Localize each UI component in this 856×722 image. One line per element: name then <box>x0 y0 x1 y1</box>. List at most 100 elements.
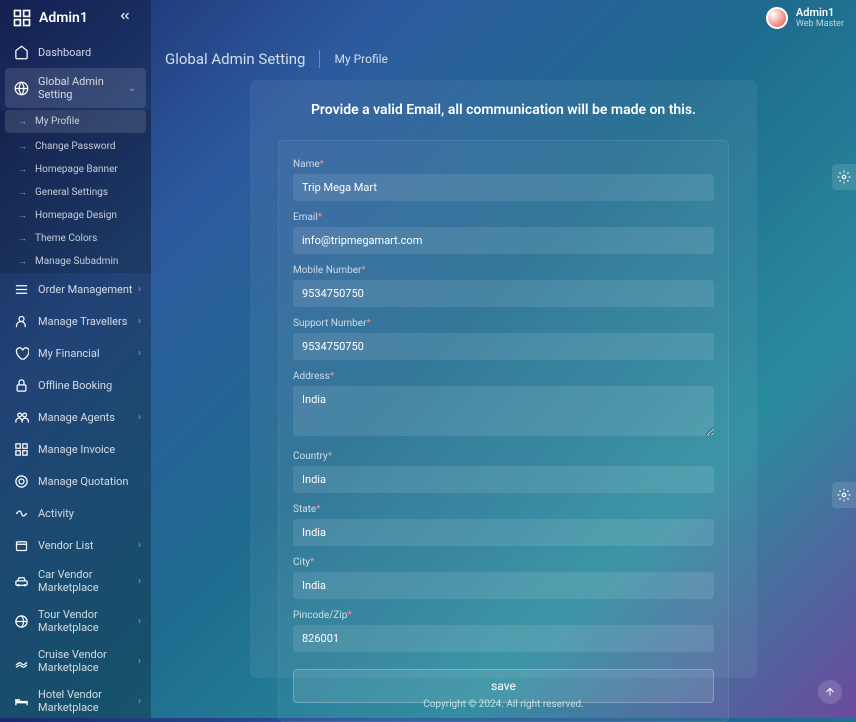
user-block[interactable]: Admin1 Web Master <box>766 6 844 30</box>
list-icon <box>12 280 30 298</box>
sub-theme-colors[interactable]: Theme Colors <box>0 227 151 250</box>
wave-icon <box>12 504 30 522</box>
nav-activity[interactable]: Activity <box>0 497 151 529</box>
sub-homepage-banner[interactable]: Homepage Banner <box>0 158 151 181</box>
chevron-right-icon: › <box>138 284 141 295</box>
chevron-right-icon: › <box>138 656 141 667</box>
nav-label: Cruise Vendor Marketplace <box>38 648 139 674</box>
nav-manage-travellers[interactable]: Manage Travellers› <box>0 305 151 337</box>
chevron-right-icon: › <box>138 316 141 327</box>
main-panel: Provide a valid Email, all communication… <box>250 80 757 678</box>
header-user-name: Admin1 <box>796 6 844 19</box>
ship-icon <box>12 652 30 670</box>
label-email: Email* <box>293 212 714 223</box>
sub-general-settings[interactable]: General Settings <box>0 181 151 204</box>
sub-my-profile[interactable]: My Profile <box>5 110 146 133</box>
breadcrumb-page: My Profile <box>334 52 387 66</box>
breadcrumb-section: Global Admin Setting <box>165 50 305 68</box>
nav-order-management[interactable]: Order Management › <box>0 273 151 305</box>
nav-vendor-list[interactable]: Vendor List › <box>0 529 151 561</box>
grid-icon <box>12 440 30 458</box>
nav-label: Manage Invoice <box>38 443 115 456</box>
nav-label: Global Admin Setting <box>38 75 139 101</box>
nav-hotel-vendor[interactable]: Hotel Vendor Marketplace› <box>0 681 151 718</box>
chevron-right-icon: › <box>138 540 141 551</box>
nav-label: My Financial <box>38 347 100 360</box>
nav-label: Hotel Vendor Marketplace <box>38 688 139 714</box>
label-city: City* <box>293 557 714 568</box>
label-state: State* <box>293 504 714 515</box>
country-input[interactable] <box>293 466 714 493</box>
sub-homepage-design[interactable]: Homepage Design <box>0 204 151 227</box>
chevron-down-icon: ⌄ <box>128 83 136 94</box>
support-input[interactable] <box>293 333 714 360</box>
pincode-input[interactable] <box>293 625 714 652</box>
label-address: Address* <box>293 371 714 382</box>
footer: Copyright © 2024. All right reserved. <box>151 690 856 718</box>
label-name: Name* <box>293 159 714 170</box>
globe-icon <box>12 612 30 630</box>
nav-label: Manage Quotation <box>38 475 129 488</box>
footer-text: Copyright © 2024. All right reserved. <box>423 699 584 710</box>
chevron-right-icon: › <box>138 412 141 423</box>
users-icon <box>12 408 30 426</box>
label-country: Country* <box>293 451 714 462</box>
nav-dashboard[interactable]: Dashboard <box>0 36 151 68</box>
user-icon <box>12 312 30 330</box>
scroll-top-button[interactable] <box>818 680 842 704</box>
logo-icon <box>12 8 32 28</box>
chevron-right-icon: › <box>138 616 141 627</box>
label-pincode: Pincode/Zip* <box>293 610 714 621</box>
nav-label: Manage Agents <box>38 411 115 424</box>
city-input[interactable] <box>293 572 714 599</box>
email-input[interactable] <box>293 227 714 254</box>
nav-label: Order Management <box>38 283 133 296</box>
car-icon <box>12 572 30 590</box>
nav-label: Dashboard <box>38 46 91 59</box>
nav-global-admin-setting[interactable]: Global Admin Setting ⌄ <box>5 68 146 108</box>
breadcrumb: Global Admin Setting My Profile <box>165 50 388 68</box>
nav-my-financial[interactable]: My Financial › <box>0 337 151 369</box>
settings-float-1[interactable] <box>832 164 856 190</box>
nav-label: Tour Vendor Marketplace <box>38 608 139 634</box>
heart-icon <box>12 344 30 362</box>
nav-manage-agents[interactable]: Manage Agents › <box>0 401 151 433</box>
box-icon <box>12 536 30 554</box>
settings-float-2[interactable] <box>832 482 856 508</box>
collapse-sidebar-icon[interactable] <box>118 9 139 27</box>
header-user-role: Web Master <box>796 19 844 30</box>
nav-manage-quotation[interactable]: Manage Quotation <box>0 465 151 497</box>
nav-label: Vendor List <box>38 539 93 552</box>
gear-icon <box>837 170 851 184</box>
sidebar: Admin1 Dashboard Global Admin Setting ⌄ … <box>0 0 151 718</box>
label-support: Support Number* <box>293 318 714 329</box>
breadcrumb-separator <box>319 50 320 68</box>
panel-title: Provide a valid Email, all communication… <box>278 102 729 118</box>
chevron-right-icon: › <box>138 348 141 359</box>
address-input[interactable]: India <box>293 386 714 436</box>
nav-car-vendor[interactable]: Car Vendor Marketplace› <box>0 561 151 601</box>
lock-icon <box>12 376 30 394</box>
home-icon <box>12 43 30 61</box>
chevron-right-icon: › <box>138 696 141 707</box>
label-mobile: Mobile Number* <box>293 265 714 276</box>
nav-offline-booking[interactable]: Offline Booking <box>0 369 151 401</box>
name-input[interactable] <box>293 174 714 201</box>
mobile-input[interactable] <box>293 280 714 307</box>
bed-icon <box>12 692 30 710</box>
avatar <box>766 7 788 29</box>
nav-cruise-vendor[interactable]: Cruise Vendor Marketplace› <box>0 641 151 681</box>
target-icon <box>12 472 30 490</box>
nav-tour-vendor[interactable]: Tour Vendor Marketplace› <box>0 601 151 641</box>
app-name: Admin1 <box>39 10 88 26</box>
profile-form: Name* Email* Mobile Number* Support Numb… <box>278 140 729 722</box>
header: Admin1 Web Master <box>151 0 856 36</box>
sub-change-password[interactable]: Change Password <box>0 135 151 158</box>
nav-label: Offline Booking <box>38 379 112 392</box>
chevron-right-icon: › <box>138 576 141 587</box>
nav-manage-invoice[interactable]: Manage Invoice <box>0 433 151 465</box>
logo-row: Admin1 <box>0 0 151 36</box>
nav-label: Car Vendor Marketplace <box>38 568 139 594</box>
sub-manage-subadmin[interactable]: Manage Subadmin <box>0 250 151 273</box>
state-input[interactable] <box>293 519 714 546</box>
